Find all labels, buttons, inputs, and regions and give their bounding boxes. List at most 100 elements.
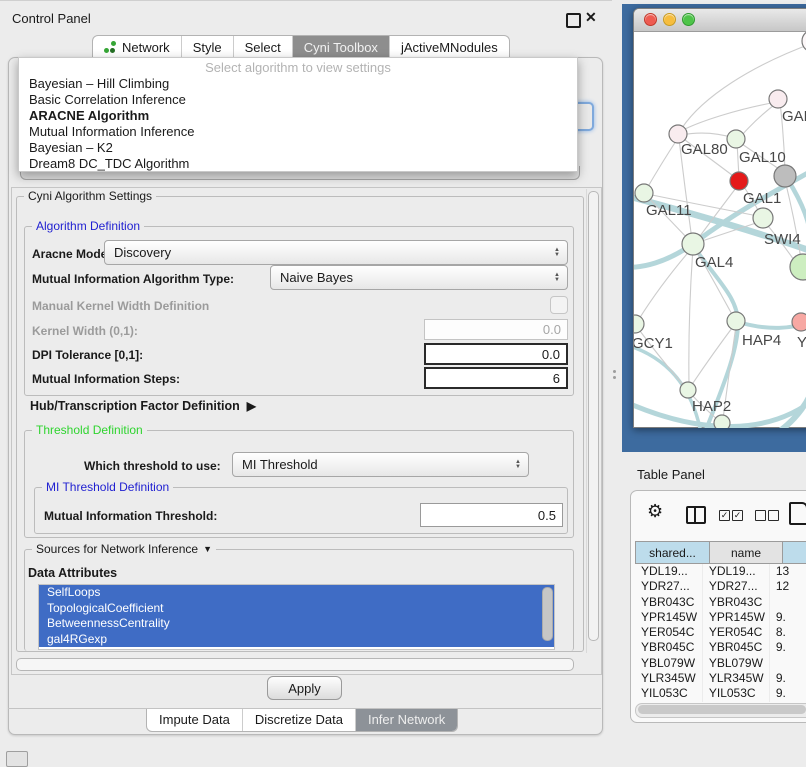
tab-label: Discretize Data (255, 712, 343, 727)
table-row[interactable]: YBR045CYBR045C9. (635, 640, 806, 655)
network-node-hap4[interactable] (727, 312, 745, 330)
table-cell: 9. (770, 671, 806, 686)
table-scrollbar-thumb[interactable] (638, 705, 806, 714)
network-node[interactable] (774, 165, 796, 187)
apply-button[interactable]: Apply (267, 676, 342, 700)
network-node-gal11[interactable] (635, 184, 653, 202)
dpi-tolerance-label: DPI Tolerance [0,1]: (32, 348, 143, 362)
network-node[interactable] (802, 31, 806, 52)
dropdown-item[interactable]: ARACNE Algorithm (19, 108, 577, 124)
sources-expander[interactable]: Sources for Network Inference ▼ (32, 542, 216, 556)
table-row[interactable]: YBL079WYBL079W (635, 656, 806, 671)
mi-steps-label: Mutual Information Steps: (32, 372, 180, 386)
node-label: Y (797, 334, 806, 351)
dropdown-item[interactable]: Mutual Information Inference (19, 124, 577, 140)
tab-style[interactable]: Style (181, 36, 233, 58)
table-cell: 12 (770, 579, 806, 594)
table-cell: 8. (770, 625, 806, 640)
network-node-y[interactable] (792, 313, 806, 331)
unchecked-checkbox-icon[interactable] (755, 510, 766, 521)
network-node-gal[interactable] (769, 90, 787, 108)
tab-network[interactable]: Network (93, 36, 181, 58)
manual-kernel-checkbox[interactable] (550, 296, 568, 314)
column-header[interactable] (783, 542, 806, 563)
table-row[interactable]: YIL053CYIL053C9. (635, 686, 806, 701)
table-row[interactable]: YER054CYER054C8. (635, 625, 806, 640)
gear-icon[interactable]: ⚙ (647, 502, 663, 520)
network-window[interactable]: GALGAL80GAL10GAL1GAL11SWI4GAL4GCY1HAP4YH… (633, 8, 806, 428)
corner-toggle-button[interactable] (6, 751, 28, 767)
tab-cyni-toolbox[interactable]: Cyni Toolbox (292, 36, 389, 58)
split-columns-icon[interactable] (686, 506, 706, 524)
table-horizontal-scrollbar[interactable] (635, 703, 806, 718)
network-window-titlebar[interactable] (634, 9, 806, 32)
network-node-hap2[interactable] (680, 382, 696, 398)
page-icon[interactable] (789, 502, 806, 525)
table-row[interactable]: YDR27...YDR27...12 (635, 579, 806, 594)
hub-definition-expander[interactable]: Hub/Transcription Factor Definition ▶ (30, 399, 256, 413)
checked-checkbox-icon[interactable]: ✓ (732, 510, 743, 521)
close-icon[interactable]: ✕ (585, 9, 597, 26)
table-header-row: shared...name (635, 541, 806, 564)
table-row[interactable]: YPR145WYPR145W9. (635, 610, 806, 625)
network-canvas[interactable]: GALGAL80GAL10GAL1GAL11SWI4GAL4GCY1HAP4YH… (634, 31, 806, 428)
network-node-gal1[interactable] (730, 172, 748, 190)
bottom-tab-impute-data[interactable]: Impute Data (147, 709, 242, 731)
bottom-tab-infer-network[interactable]: Infer Network (355, 709, 457, 731)
tab-select[interactable]: Select (233, 36, 292, 58)
network-node-swi4[interactable] (753, 208, 773, 228)
expand-arrow-icon[interactable]: ▶ (247, 399, 256, 413)
horizontal-scrollbar-thumb[interactable] (16, 658, 574, 671)
sources-title: Sources for Network Inference (36, 542, 198, 556)
network-node[interactable] (714, 415, 730, 428)
table-cell: 13 (770, 564, 806, 579)
attribute-list-scrollbar-thumb[interactable] (542, 587, 553, 641)
table-row[interactable]: YBR043CYBR043C (635, 595, 806, 610)
float-window-icon[interactable] (566, 13, 581, 28)
mi-type-select[interactable]: Naive Bayes ▲▼ (270, 265, 568, 290)
table-cell: 9. (770, 610, 806, 625)
dropdown-item[interactable]: Basic Correlation Inference (19, 92, 577, 108)
stepper-arrows-icon: ▲▼ (554, 248, 560, 258)
zoom-traffic-light-icon[interactable] (682, 13, 695, 26)
group-title: Threshold Definition (32, 423, 147, 437)
aracne-mode-select[interactable]: Discovery ▲▼ (104, 240, 568, 265)
splitter-grip[interactable] (613, 370, 616, 373)
data-attributes-list[interactable]: SelfLoopsTopologicalCoefficientBetweenne… (38, 584, 555, 650)
network-edge (646, 138, 678, 190)
tab-jactivemnodules[interactable]: jActiveMNodules (389, 36, 509, 58)
attribute-item[interactable]: gal4RGexp (39, 632, 554, 648)
mi-threshold-field[interactable]: 0.5 (420, 503, 563, 527)
network-edge (681, 133, 734, 138)
minimize-traffic-light-icon[interactable] (663, 13, 676, 26)
node-label: HAP4 (742, 332, 781, 349)
network-node-gal4[interactable] (682, 233, 704, 255)
tab-label: jActiveMNodules (401, 39, 498, 56)
node-label: GAL4 (695, 254, 733, 271)
dropdown-item[interactable]: Bayesian – K2 (19, 140, 577, 156)
dropdown-item[interactable]: Bayesian – Hill Climbing (19, 76, 577, 92)
vertical-scrollbar-thumb[interactable] (588, 191, 599, 641)
kernel-width-field[interactable]: 0.0 (424, 319, 568, 340)
close-traffic-light-icon[interactable] (644, 13, 657, 26)
network-node-gcy1[interactable] (634, 315, 644, 333)
attribute-item[interactable]: SelfLoops (39, 585, 554, 601)
unchecked-checkbox-icon[interactable] (768, 510, 779, 521)
bottom-tab-discretize-data[interactable]: Discretize Data (242, 709, 355, 731)
column-header[interactable]: name (710, 542, 783, 563)
column-header[interactable]: shared... (636, 542, 710, 563)
checked-checkbox-icon[interactable]: ✓ (719, 510, 730, 521)
table-row[interactable]: YLR345WYLR345W9. (635, 671, 806, 686)
which-threshold-select[interactable]: MI Threshold ▲▼ (232, 452, 529, 477)
panel-title: Control Panel (12, 11, 91, 26)
network-edge (689, 248, 693, 386)
network-node-gal10[interactable] (727, 130, 745, 148)
collapse-arrow-icon[interactable]: ▼ (203, 544, 212, 554)
dropdown-item[interactable]: Dream8 DC_TDC Algorithm (19, 156, 577, 172)
attribute-item[interactable]: BetweennessCentrality (39, 616, 554, 632)
table-row[interactable]: YDL19...YDL19...13 (635, 564, 806, 579)
table-cell: YBL079W (703, 656, 770, 671)
attribute-item[interactable]: TopologicalCoefficient (39, 601, 554, 617)
dpi-tolerance-field[interactable]: 0.0 (424, 343, 568, 365)
mi-steps-field[interactable]: 6 (424, 367, 568, 389)
